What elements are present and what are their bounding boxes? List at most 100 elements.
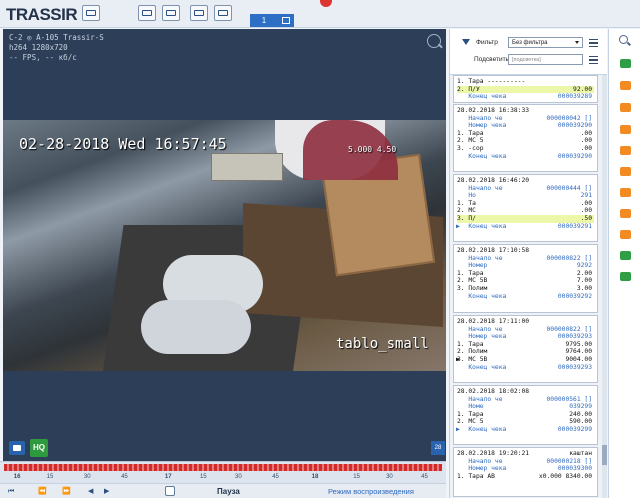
calendar-button[interactable]: 28 [431,441,445,455]
trassir-logo: TRASSIR [6,5,78,25]
top-toolbar: TRASSIR 1 [0,0,640,28]
playback-controls: ⏮ ⏪ ⏩ ◀ ▶ Пауза Режим воспроизведения [0,483,446,498]
receipt-line-value: х0.000 8340.00 [538,472,592,480]
receipt-line: 1. Тара 9795.00 [457,341,594,349]
timeline-bar[interactable] [4,464,442,471]
camera-icon[interactable] [620,146,631,155]
pause-label[interactable]: Пауза [217,487,240,496]
zoom-icon[interactable] [427,34,441,48]
overlay-weight: 5.000 4.50 [348,145,397,154]
receipt-line: 3. П/ .50 [457,214,594,223]
receipt-card[interactable]: 28.02.2018 16:38:33 Начало че 000000042 [… [453,104,598,172]
camera-icon[interactable] [620,230,631,239]
archive-icon[interactable] [82,5,100,21]
current-position-icon: ▶ [456,355,460,363]
alarm-indicator[interactable] [320,0,332,7]
search-icon[interactable] [619,35,628,44]
edit-layout-icon[interactable] [214,5,232,21]
receipt-line-text: Конец чека [457,425,507,433]
receipt-line-value: 9795.00 [565,340,592,348]
receipt-line-text: 1. Тара [457,340,484,348]
highlight-menu-icon[interactable] [589,56,598,64]
tab-screen-1[interactable]: 1 [250,14,278,27]
highlight-input[interactable]: [подсветка] [508,54,583,65]
play-back-icon[interactable]: ◀ [88,488,93,495]
camera-icon[interactable] [620,59,631,68]
step-forward-icon[interactable]: ⏩ [62,488,71,495]
receipt-card[interactable]: 1. Тара ---------- 2. П/У 92.00 Конец чека… [453,75,598,103]
receipt-line: Начало че 000000822 [] [457,255,594,263]
save-icon[interactable] [278,14,294,27]
receipt-line-text: 28.02.2018 16:46:20 [457,177,530,184]
receipt-line-text: 1. Тара [457,269,484,277]
filter-select[interactable]: Без фильтра [508,37,583,48]
camera-icon[interactable] [620,251,631,260]
receipt-line-value: 000000042 [] [546,114,593,122]
timeline-tick-label: 45 [272,474,279,480]
receipt-line: 1. Тара ---------- [457,78,594,86]
receipt-line: Конец чека 000039290 [457,153,594,161]
receipts-panel: Фильтр Без фильтра Подсветить [подсветка… [449,29,607,498]
receipt-line: Конец чека 000039289 [457,93,594,101]
camera-icon[interactable] [620,167,631,176]
receipt-line-value: 000000561 [] [546,395,593,403]
camera-icon [13,445,21,451]
receipt-line-text: Конец чека [457,222,507,230]
camera-icon[interactable] [620,209,631,218]
receipt-line: 28.02.2018 17:10:58 [457,247,594,255]
playback-mode-label[interactable]: Режим воспроизведения [328,487,414,496]
camera-info: C-2 ◎ A-105 Тrassir-S h264 1280x720 -- F… [9,33,104,63]
receipt-line-value: .00 [580,137,592,145]
timeline-tick-label: 30 [234,474,242,480]
receipt-line-text: 1. Тара ---------- [457,78,526,85]
camera-icon[interactable] [620,188,631,197]
receipt-line: 28.02.2018 16:46:20 [457,177,594,185]
camera-info-line: C-2 ◎ A-105 Тrassir-S [9,33,104,42]
receipt-card[interactable]: 28.02.2018 17:10:58 Начало че 000000822 [… [453,244,598,313]
receipt-line: 2. МС .00 [457,207,594,215]
camera-icon[interactable] [620,272,631,281]
receipt-line-text: 3. П/ [457,214,476,222]
receipt-card[interactable]: 28.02.2018 17:11:00 Начало че 000000822 [… [453,315,598,383]
video-view[interactable]: C-2 ◎ A-105 Тrassir-S h264 1280x720 -- F… [3,29,446,461]
receipt-line-value: .00 [580,199,592,207]
filter-menu-icon[interactable] [589,39,598,47]
receipt-line-text: Начало че [457,114,503,122]
camera-icon[interactable] [620,103,631,112]
prev-day-icon[interactable]: ⏮ [8,488,14,495]
filter-icon [462,39,470,45]
current-position-icon: ▶ [456,425,460,433]
play-icon[interactable]: ▶ [104,488,109,495]
camera-sidebar [608,29,640,498]
step-back-icon[interactable]: ⏪ [38,488,47,495]
camera-icon[interactable] [620,81,631,90]
receipt-line-value: .00 [580,129,592,137]
scroll-thumb[interactable] [602,445,607,465]
receipt-line-text: Номе [457,403,484,411]
chat-icon[interactable] [138,5,156,21]
receipt-card[interactable]: 28.02.2018 19:20:21 каштан Начало че 00000… [453,447,598,497]
receipt-line-text: Но [457,192,476,200]
receipt-list[interactable]: 1. Тара ---------- 2. П/У 92.00 Конец чека… [453,75,598,498]
receipt-line-text: Номер чека [457,465,507,473]
receipt-line-value: 000039300 [557,465,592,473]
receipt-scrollbar[interactable] [602,75,607,498]
receipt-line-value: .00 [580,144,592,152]
receipt-line-text: Конец чека [457,152,507,160]
snapshot-button[interactable] [9,441,25,455]
receipt-line-text: 1. Тара [457,410,484,418]
receipt-card[interactable]: 28.02.2018 16:46:20 Начало че 000000444 [… [453,174,598,242]
receipt-card[interactable]: 28.02.2018 18:02:08 Начало че 000000561 [… [453,385,598,445]
camera-icon[interactable] [620,125,631,134]
timeline-tick-label: 45 [421,474,428,480]
receipt-line-value: каштан [569,450,592,457]
receipt-line-text: 3. МС 5В [457,355,488,363]
timeline[interactable]: 16 15 30 45 17 15 30 45 18 15 30 45 [0,461,446,483]
speed-slider[interactable] [165,486,175,496]
hq-button[interactable]: HQ [30,439,48,457]
receipt-line-text: 1. Тара [457,129,484,137]
receipt-line-text: Конец чека [457,93,507,101]
layout-icon[interactable] [162,5,180,21]
camera-info-line: h264 1280x720 [9,43,68,52]
wand-icon[interactable] [190,5,208,21]
